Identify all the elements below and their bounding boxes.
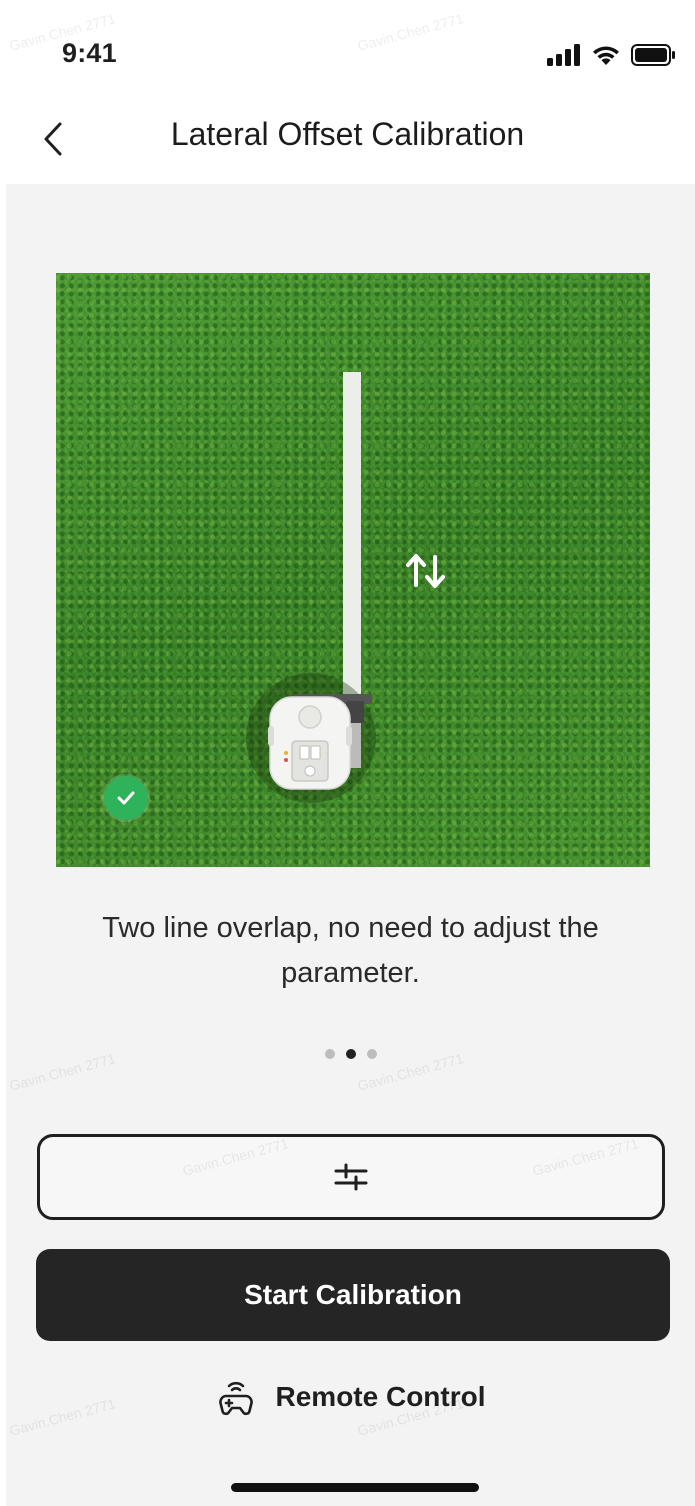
cellular-signal-icon <box>547 44 580 66</box>
mower-robot-image <box>268 694 372 790</box>
navigation-bar: Lateral Offset Calibration <box>0 100 695 184</box>
page-title: Lateral Offset Calibration <box>170 116 525 152</box>
battery-icon <box>631 44 675 66</box>
status-time: 9:41 <box>62 38 117 68</box>
checkmark-icon <box>117 791 135 805</box>
page-dot <box>324 1049 335 1059</box>
home-indicator <box>231 1483 479 1492</box>
sliders-icon <box>334 1163 368 1191</box>
remote-controller-icon <box>218 1381 253 1416</box>
calibration-description: Two line overlap, no need to adjust the … <box>102 912 599 989</box>
wifi-icon <box>593 46 619 65</box>
status-bar: 9:41 <box>0 0 695 100</box>
page-dot <box>366 1049 377 1059</box>
calibration-illustration <box>56 273 650 867</box>
remote-control-button[interactable]: Remote Control <box>6 1372 695 1422</box>
status-icons <box>547 40 677 70</box>
adjust-parameter-button[interactable] <box>37 1134 665 1220</box>
remote-control-label: Remote Control <box>275 1381 486 1412</box>
calibration-content: Two line overlap, no need to adjust the … <box>6 10 695 1506</box>
page-dot-active <box>345 1049 356 1059</box>
page-indicator <box>6 1049 695 1059</box>
swap-vertical-icon <box>406 554 445 588</box>
check-circle-icon <box>104 776 148 820</box>
start-calibration-button[interactable]: Start Calibration <box>36 1249 670 1341</box>
